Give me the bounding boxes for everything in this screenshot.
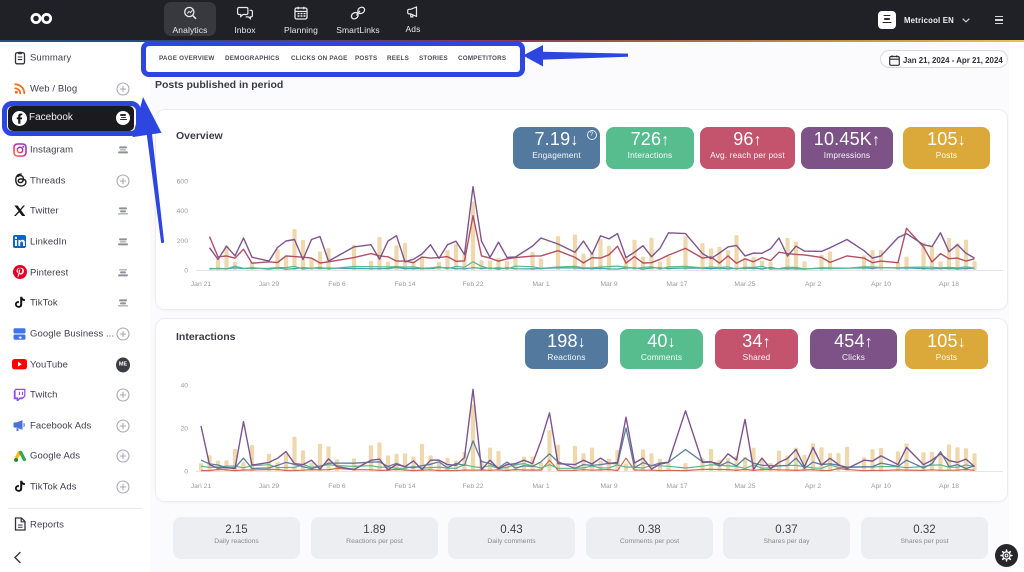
svg-text:20: 20	[180, 426, 188, 433]
svg-text:Feb 14: Feb 14	[394, 483, 415, 490]
svg-text:Mar 1: Mar 1	[532, 483, 550, 490]
svg-text:Mar 17: Mar 17	[666, 483, 687, 490]
svg-text:Apr 10: Apr 10	[871, 483, 891, 490]
svg-text:Mar 9: Mar 9	[600, 281, 618, 288]
svg-text:40: 40	[180, 383, 188, 390]
svg-text:Feb 22: Feb 22	[462, 483, 483, 490]
svg-text:Feb 6: Feb 6	[328, 281, 346, 288]
svg-text:Mar 25: Mar 25	[734, 483, 755, 490]
svg-text:Feb 14: Feb 14	[394, 281, 415, 288]
svg-text:Apr 2: Apr 2	[805, 483, 821, 490]
svg-text:0: 0	[184, 268, 188, 275]
svg-text:Apr 2: Apr 2	[805, 281, 821, 288]
svg-text:Mar 9: Mar 9	[600, 483, 618, 490]
svg-text:200: 200	[177, 238, 189, 245]
svg-text:Feb 6: Feb 6	[328, 483, 346, 490]
svg-text:Jan 21: Jan 21	[191, 483, 212, 490]
svg-text:Mar 25: Mar 25	[734, 281, 755, 288]
svg-text:Mar 1: Mar 1	[532, 281, 550, 288]
svg-text:Apr 18: Apr 18	[939, 281, 959, 288]
svg-text:600: 600	[177, 178, 189, 185]
svg-text:Mar 17: Mar 17	[666, 281, 687, 288]
svg-text:Jan 21: Jan 21	[191, 281, 212, 288]
svg-text:0: 0	[184, 469, 188, 476]
svg-text:Jan 29: Jan 29	[259, 483, 280, 490]
svg-text:Apr 10: Apr 10	[871, 281, 891, 288]
svg-text:Apr 18: Apr 18	[939, 483, 959, 490]
svg-text:400: 400	[177, 208, 189, 215]
svg-text:Jan 29: Jan 29	[259, 281, 280, 288]
svg-text:Feb 22: Feb 22	[462, 281, 483, 288]
